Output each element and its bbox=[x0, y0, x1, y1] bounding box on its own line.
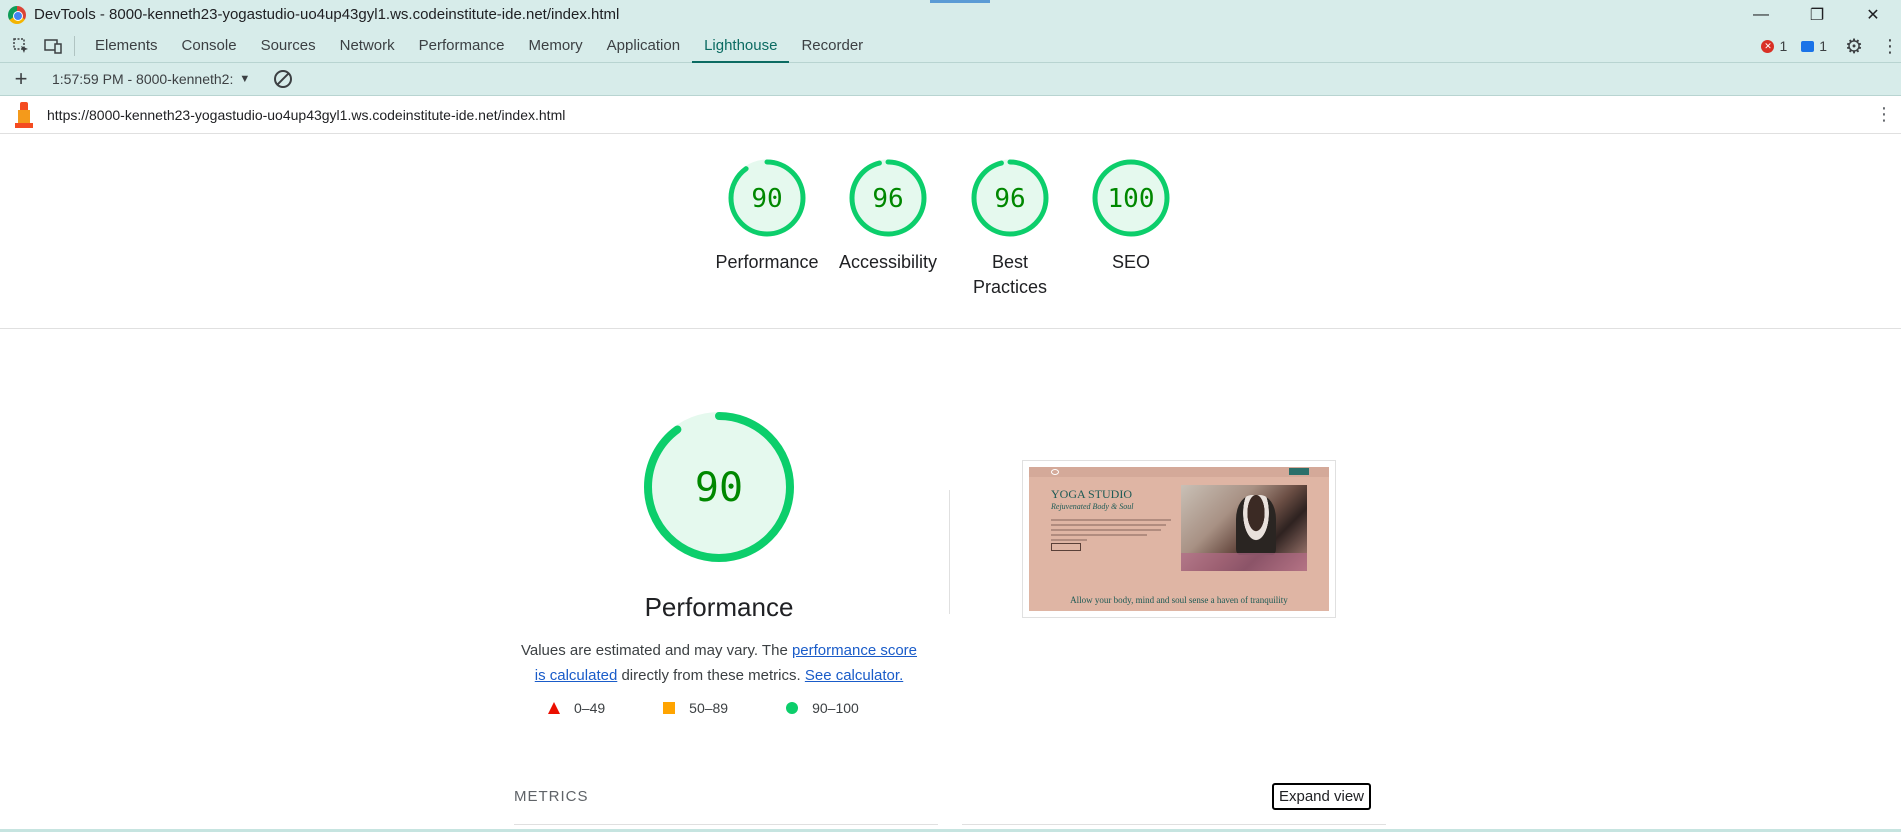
tab-performance[interactable]: Performance bbox=[407, 29, 517, 63]
legend-pass: 90–100 bbox=[786, 700, 859, 716]
metrics-divider-left bbox=[514, 824, 938, 825]
report-url[interactable]: https://8000-kenneth23-yogastudio-uo4up4… bbox=[47, 107, 565, 123]
gauge-best-practices-ring: 96 bbox=[971, 159, 1049, 237]
perf-desc-pre: Values are estimated and may vary. The bbox=[520, 642, 792, 659]
screenshot-logo-icon bbox=[1051, 469, 1059, 475]
legend-average: 50–89 bbox=[663, 700, 728, 716]
performance-big-score: 90 bbox=[695, 465, 743, 511]
section-divider bbox=[949, 490, 950, 614]
tab-elements[interactable]: Elements bbox=[83, 29, 170, 63]
legend-average-range: 50–89 bbox=[689, 700, 729, 716]
restore-button[interactable]: ❐ bbox=[1789, 0, 1845, 29]
performance-title: Performance bbox=[644, 592, 794, 622]
message-badge[interactable]: 1 bbox=[1801, 38, 1827, 54]
pass-circle-icon bbox=[786, 702, 799, 714]
screenshot-page: YOGA STUDIO Rejuvenated Body & Soul Allo… bbox=[1029, 467, 1329, 611]
fail-triangle-icon bbox=[548, 702, 560, 714]
tab-sources[interactable]: Sources bbox=[249, 29, 328, 63]
gauge-seo-label: SEO bbox=[1111, 252, 1150, 272]
average-square-icon bbox=[663, 702, 676, 714]
settings-gear-icon[interactable]: ⚙ bbox=[1845, 34, 1863, 59]
metrics-divider-right bbox=[962, 824, 1386, 825]
performance-section: 90 Performance Values are estimated and … bbox=[0, 330, 1901, 832]
gauge-accessibility-value: 96 bbox=[872, 184, 903, 214]
toolbar-divider bbox=[74, 35, 75, 56]
error-count: 1 bbox=[1779, 38, 1788, 54]
score-gauges: 90 Performance 96 Accessibility 96 Best … bbox=[0, 134, 1901, 329]
devtools-tabs-bar: Elements Console Sources Network Perform… bbox=[0, 29, 1901, 63]
close-button[interactable]: ✕ bbox=[1845, 0, 1901, 29]
error-badge[interactable]: ✕ 1 bbox=[1761, 38, 1787, 54]
screenshot-nav-button bbox=[1289, 468, 1309, 475]
tab-application[interactable]: Application bbox=[595, 29, 692, 63]
gauge-performance[interactable]: 90 Performance bbox=[707, 158, 827, 275]
tab-memory[interactable]: Memory bbox=[517, 29, 595, 63]
screenshot-heading: YOGA STUDIO bbox=[1051, 487, 1132, 501]
tab-lighthouse[interactable]: Lighthouse bbox=[692, 29, 790, 63]
report-url-row: https://8000-kenneth23-yogastudio-uo4up4… bbox=[0, 96, 1901, 134]
gauge-performance-label: Performance bbox=[715, 252, 819, 272]
score-scale-legend: 0–49 50–89 90–100 bbox=[548, 700, 908, 716]
more-options-icon[interactable]: ⋮ bbox=[1881, 36, 1899, 57]
legend-fail: 0–49 bbox=[548, 700, 605, 716]
tab-recorder[interactable]: Recorder bbox=[789, 29, 875, 63]
perf-desc-mid: directly from these metrics. bbox=[617, 667, 805, 684]
gauge-performance-ring: 90 bbox=[728, 159, 806, 237]
performance-big-gauge: 90 bbox=[644, 412, 794, 562]
gauge-accessibility-label: Accessibility bbox=[838, 252, 938, 272]
screenshot-paragraph bbox=[1051, 519, 1171, 544]
lighthouse-logo-icon bbox=[15, 101, 33, 128]
gauge-best-practices-label: Best Practices bbox=[972, 252, 1048, 297]
screenshot-yoga-photo bbox=[1181, 485, 1307, 571]
screenshot-tagline: Allow your body, mind and soul sense a h… bbox=[1070, 595, 1288, 605]
window-title-bar: DevTools - 8000-kenneth23-yogastudio-uo4… bbox=[0, 0, 1901, 29]
gauge-best-practices[interactable]: 96 Best Practices bbox=[950, 158, 1070, 300]
title-accent bbox=[930, 0, 990, 3]
chrome-icon bbox=[8, 5, 26, 24]
dropdown-caret-icon: ▼ bbox=[239, 73, 251, 85]
window-title: DevTools - 8000-kenneth23-yogastudio-uo4… bbox=[34, 6, 620, 23]
expand-view-button[interactable]: Expand view bbox=[1272, 783, 1371, 810]
page-screenshot[interactable]: YOGA STUDIO Rejuvenated Body & Soul Allo… bbox=[1022, 460, 1336, 618]
window-controls: — ❐ ✕ bbox=[1733, 0, 1901, 29]
message-icon bbox=[1801, 40, 1815, 52]
gauge-accessibility[interactable]: 96 Accessibility bbox=[828, 158, 948, 275]
device-toolbar-icon[interactable] bbox=[42, 35, 64, 57]
metrics-heading: METRICS bbox=[514, 788, 589, 805]
gauge-best-practices-value: 96 bbox=[994, 184, 1025, 214]
tab-network[interactable]: Network bbox=[328, 29, 407, 63]
performance-description: Values are estimated and may vary. The p… bbox=[515, 638, 923, 688]
gauge-performance-value: 90 bbox=[751, 184, 782, 214]
gauge-seo-ring: 100 bbox=[1092, 159, 1170, 237]
clear-reports-icon[interactable] bbox=[274, 70, 293, 88]
legend-fail-range: 0–49 bbox=[574, 700, 606, 716]
gauge-accessibility-ring: 96 bbox=[849, 159, 927, 237]
lighthouse-toolbar: + 1:57:59 PM - 8000-kenneth2: ▼ bbox=[0, 63, 1901, 96]
gauge-seo-value: 100 bbox=[1108, 184, 1155, 214]
new-report-button[interactable]: + bbox=[10, 66, 32, 92]
message-count: 1 bbox=[1819, 38, 1828, 54]
see-calculator-link[interactable]: See calculator. bbox=[805, 667, 903, 684]
legend-pass-range: 90–100 bbox=[812, 700, 859, 716]
gauge-seo[interactable]: 100 SEO bbox=[1071, 158, 1191, 275]
report-menu-icon[interactable]: ⋮ bbox=[1875, 104, 1893, 125]
screenshot-subheading: Rejuvenated Body & Soul bbox=[1051, 502, 1134, 511]
screenshot-nav bbox=[1029, 467, 1329, 477]
report-select-value: 1:57:59 PM - 8000-kenneth2: bbox=[52, 71, 234, 87]
error-icon: ✕ bbox=[1761, 39, 1775, 53]
inspect-element-icon[interactable] bbox=[10, 35, 32, 57]
screenshot-cta-button bbox=[1051, 543, 1081, 551]
minimize-button[interactable]: — bbox=[1733, 0, 1789, 29]
tab-console[interactable]: Console bbox=[170, 29, 249, 63]
report-select-dropdown[interactable]: 1:57:59 PM - 8000-kenneth2: ▼ bbox=[52, 71, 250, 87]
